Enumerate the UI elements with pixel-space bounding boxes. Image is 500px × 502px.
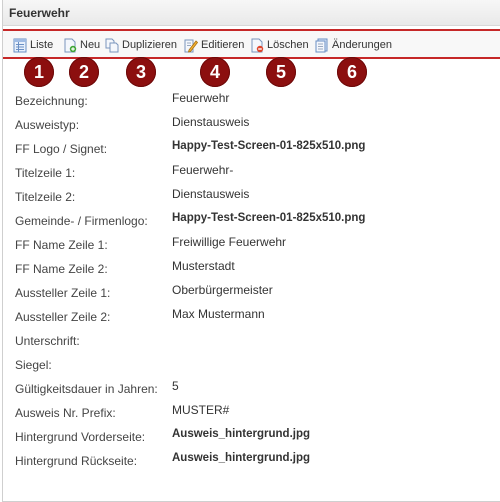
callout-badge-2: 2 bbox=[69, 57, 99, 87]
field-value: 5 bbox=[172, 379, 179, 393]
changes-icon bbox=[315, 38, 329, 53]
field-value: Freiwillige Feuerwehr bbox=[172, 235, 287, 249]
edit-icon bbox=[184, 38, 198, 53]
new-document-icon bbox=[63, 38, 77, 53]
field-label: Titelzeile 1: bbox=[15, 166, 76, 180]
field-label: Unterschrift: bbox=[15, 334, 80, 348]
list-button-label: Liste bbox=[30, 39, 54, 51]
field-row: Titelzeile 2: Dienstausweis bbox=[15, 186, 495, 210]
field-row: FF Name Zeile 1: Freiwillige Feuerwehr bbox=[15, 234, 495, 258]
toolbar: Liste Neu Duplizieren Editieren Löschen bbox=[3, 31, 500, 59]
field-row: FF Logo / Signet: Happy-Test-Screen-01-8… bbox=[15, 138, 495, 162]
detail-window: Feuerwehr Liste Neu Duplizieren Editiere… bbox=[2, 0, 500, 502]
field-row: Ausweistyp: Dienstausweis bbox=[15, 114, 495, 138]
window-title: Feuerwehr bbox=[3, 0, 500, 26]
callout-badge-5: 5 bbox=[266, 57, 296, 87]
field-value-file-link[interactable]: Happy-Test-Screen-01-825x510.png bbox=[172, 210, 365, 226]
duplicate-button[interactable]: Duplizieren bbox=[105, 37, 177, 53]
new-button[interactable]: Neu bbox=[63, 37, 100, 53]
field-value-file-link[interactable]: Ausweis_hintergrund.jpg bbox=[172, 426, 310, 442]
callout-badge-6: 6 bbox=[337, 57, 367, 87]
delete-button[interactable]: Löschen bbox=[250, 37, 309, 53]
changes-button[interactable]: Änderungen bbox=[315, 37, 392, 53]
field-label: Hintergrund Rückseite: bbox=[15, 454, 138, 468]
field-row: Hintergrund Rückseite: Ausweis_hintergru… bbox=[15, 450, 495, 474]
duplicate-button-label: Duplizieren bbox=[122, 39, 178, 51]
field-label: FF Name Zeile 2: bbox=[15, 262, 108, 276]
callout-badge-4: 4 bbox=[200, 57, 230, 87]
field-row: Hintergrund Vorderseite: Ausweis_hinterg… bbox=[15, 426, 495, 450]
delete-button-label: Löschen bbox=[267, 39, 309, 51]
field-row: Aussteller Zeile 2: Max Mustermann bbox=[15, 306, 495, 330]
field-value-file-link[interactable]: Happy-Test-Screen-01-825x510.png bbox=[172, 138, 365, 154]
field-label: Aussteller Zeile 1: bbox=[15, 286, 111, 300]
field-row: Gemeinde- / Firmenlogo: Happy-Test-Scree… bbox=[15, 210, 495, 234]
edit-button[interactable]: Editieren bbox=[184, 37, 244, 53]
field-label: Hintergrund Vorderseite: bbox=[15, 430, 146, 444]
field-label: Bezeichnung: bbox=[15, 94, 88, 108]
duplicate-icon bbox=[105, 38, 119, 53]
new-button-label: Neu bbox=[80, 39, 101, 51]
field-label: FF Logo / Signet: bbox=[15, 142, 108, 156]
field-value: Max Mustermann bbox=[172, 307, 265, 321]
field-label: Ausweistyp: bbox=[15, 118, 80, 132]
callout-badge-1: 1 bbox=[24, 57, 54, 87]
field-label: Aussteller Zeile 2: bbox=[15, 310, 111, 324]
field-value: Musterstadt bbox=[172, 259, 235, 273]
list-icon bbox=[13, 38, 27, 53]
field-row: Aussteller Zeile 1: Oberbürgermeister bbox=[15, 282, 495, 306]
field-row: FF Name Zeile 2: Musterstadt bbox=[15, 258, 495, 282]
field-row: Gültigkeitsdauer in Jahren: 5 bbox=[15, 378, 495, 402]
field-value: Feuerwehr- bbox=[172, 163, 234, 177]
field-label: Gültigkeitsdauer in Jahren: bbox=[15, 382, 158, 396]
field-value-file-link[interactable]: Ausweis_hintergrund.jpg bbox=[172, 450, 310, 466]
field-row: Ausweis Nr. Prefix: MUSTER# bbox=[15, 402, 495, 426]
field-value: Dienstausweis bbox=[172, 187, 250, 201]
field-label: Siegel: bbox=[15, 358, 52, 372]
changes-button-label: Änderungen bbox=[332, 39, 392, 51]
field-label: FF Name Zeile 1: bbox=[15, 238, 108, 252]
field-value: MUSTER# bbox=[172, 403, 230, 417]
field-value: Feuerwehr bbox=[172, 91, 230, 105]
field-row: Unterschrift: bbox=[15, 330, 495, 354]
delete-icon bbox=[250, 38, 264, 53]
field-label: Gemeinde- / Firmenlogo: bbox=[15, 214, 148, 228]
edit-button-label: Editieren bbox=[201, 39, 245, 51]
field-value: Dienstausweis bbox=[172, 115, 250, 129]
callout-badge-3: 3 bbox=[126, 57, 156, 87]
field-row: Titelzeile 1: Feuerwehr- bbox=[15, 162, 495, 186]
field-label: Ausweis Nr. Prefix: bbox=[15, 406, 116, 420]
field-row: Bezeichnung: Feuerwehr bbox=[15, 90, 495, 114]
field-label: Titelzeile 2: bbox=[15, 190, 76, 204]
detail-fields: Bezeichnung: Feuerwehr Ausweistyp: Diens… bbox=[15, 90, 495, 474]
field-row: Siegel: bbox=[15, 354, 495, 378]
field-value: Oberbürgermeister bbox=[172, 283, 273, 297]
list-button[interactable]: Liste bbox=[13, 37, 53, 53]
